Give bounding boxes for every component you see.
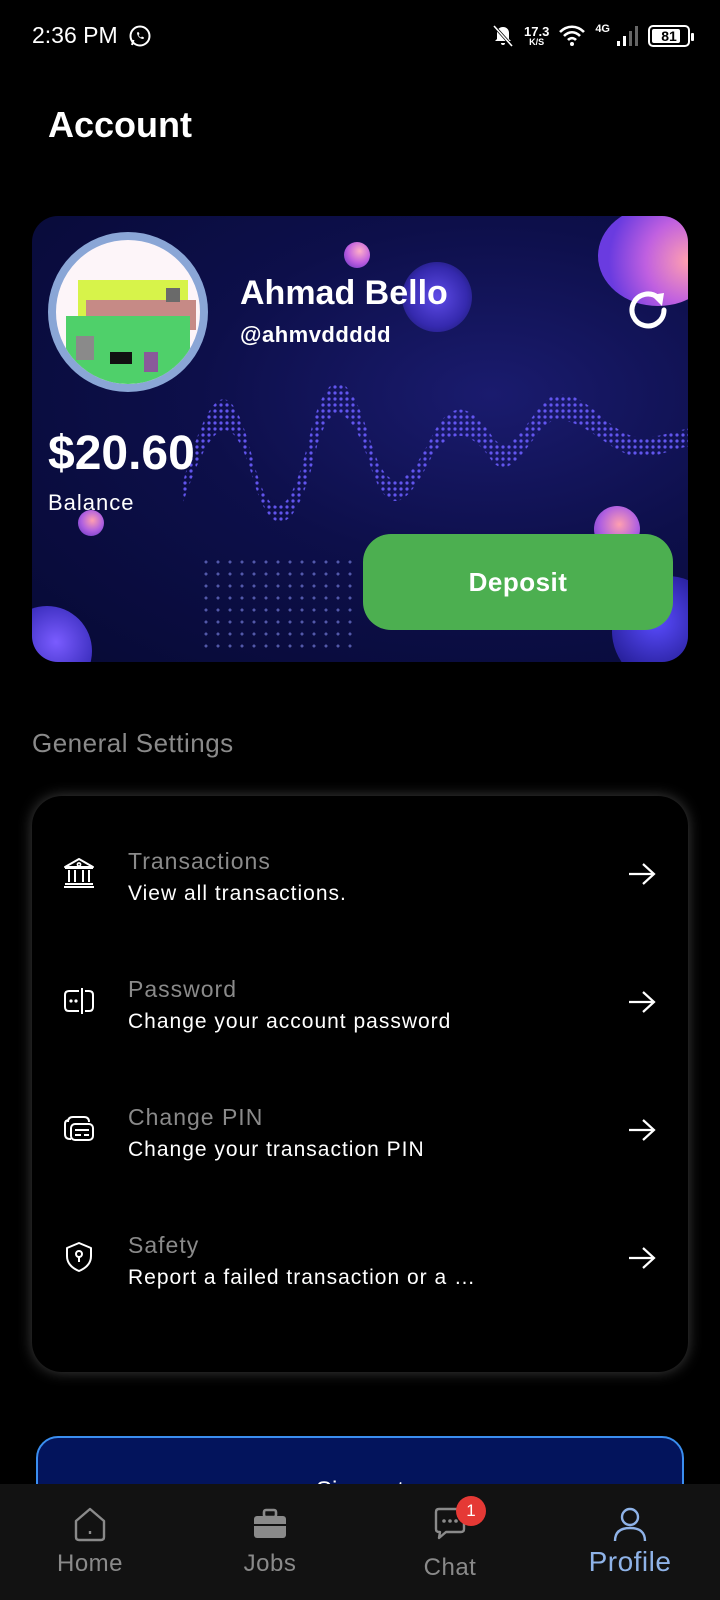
bank-icon [64,858,94,888]
setting-item-safety[interactable]: Safety Report a failed transaction or a … [32,1212,688,1312]
shield-icon [66,1242,92,1272]
arrow-right-icon[interactable] [628,1118,656,1142]
setting-item-transactions[interactable]: Transactions View all transactions. [32,828,688,928]
decor-orb-small [344,242,370,268]
nav-item-jobs[interactable]: Jobs [180,1484,360,1600]
deposit-button[interactable]: Deposit [363,534,673,630]
decor-orb-bottom-left [32,606,92,662]
battery-cap [691,33,694,41]
avatar-pixel [110,352,132,364]
net-speed: 17.3 K/S [524,25,549,47]
home-icon [74,1507,106,1542]
bell-off-icon [492,24,514,48]
setting-description: Change your transaction PIN [128,1138,425,1161]
status-time: 2:36 PM [32,22,118,48]
refresh-icon[interactable] [624,286,672,334]
setting-description: Change your account password [128,1010,452,1033]
chat-badge: 1 [456,1496,486,1526]
balance-label: Balance [48,490,135,515]
nav-item-home[interactable]: Home [0,1484,180,1600]
decor-dots [200,556,360,652]
decor-wave [182,382,688,522]
profile-icon [613,1507,647,1542]
user-name: Ahmad Bello [240,274,448,312]
arrow-right-icon[interactable] [628,1246,656,1270]
nav-item-profile[interactable]: Profile [540,1484,720,1600]
setting-title: Change PIN [128,1104,264,1130]
setting-item-password[interactable]: Password Change your account password [32,956,688,1056]
nav-label-profile: Profile [588,1546,672,1577]
setting-item-change-pin[interactable]: Change PIN Change your transaction PIN [32,1084,688,1184]
signal-icon [617,26,638,46]
battery-percent: 81 [661,28,677,44]
network-type: 4G [595,23,610,35]
balance-amount: $20.60 [48,427,195,480]
setting-title: Password [128,976,237,1002]
arrow-right-icon[interactable] [628,990,656,1014]
net-speed-unit: K/S [529,37,545,47]
setting-title: Transactions [128,848,271,874]
arrow-right-icon[interactable] [628,862,656,886]
status-bar: 2:36 PM 17.3 K/S 4G 81 [0,0,720,72]
nav-item-chat[interactable]: 1 Chat [360,1484,540,1600]
page-title: Account [48,104,192,145]
status-icons: 17.3 K/S 4G 81 [492,20,694,52]
avatar-pixel [144,352,158,372]
avatar-pixel [76,336,94,360]
avatar[interactable] [48,232,208,392]
user-handle: @ahmvddddd [240,322,392,347]
setting-title: Safety [128,1232,200,1258]
battery-icon: 81 [648,25,694,47]
avatar-pixel [166,288,180,302]
setting-description: Report a failed transaction or a … [128,1266,476,1289]
briefcase-icon [254,1508,286,1538]
nav-label-chat: Chat [423,1554,477,1581]
card-pin-icon [64,1116,94,1141]
account-card: Ahmad Bello @ahmvddddd $20.60 Balance De… [32,216,688,662]
bottom-nav: Home Jobs 1 Chat Profile [0,1484,720,1600]
whatsapp-icon [129,25,151,47]
section-title-general-settings: General Settings [32,728,234,758]
nav-label-jobs: Jobs [243,1550,297,1577]
settings-card: Transactions View all transactions. Pass… [32,796,688,1372]
setting-description: View all transactions. [128,882,347,905]
wifi-icon [559,25,586,46]
nav-label-home: Home [56,1550,124,1577]
password-icon [64,988,94,1014]
